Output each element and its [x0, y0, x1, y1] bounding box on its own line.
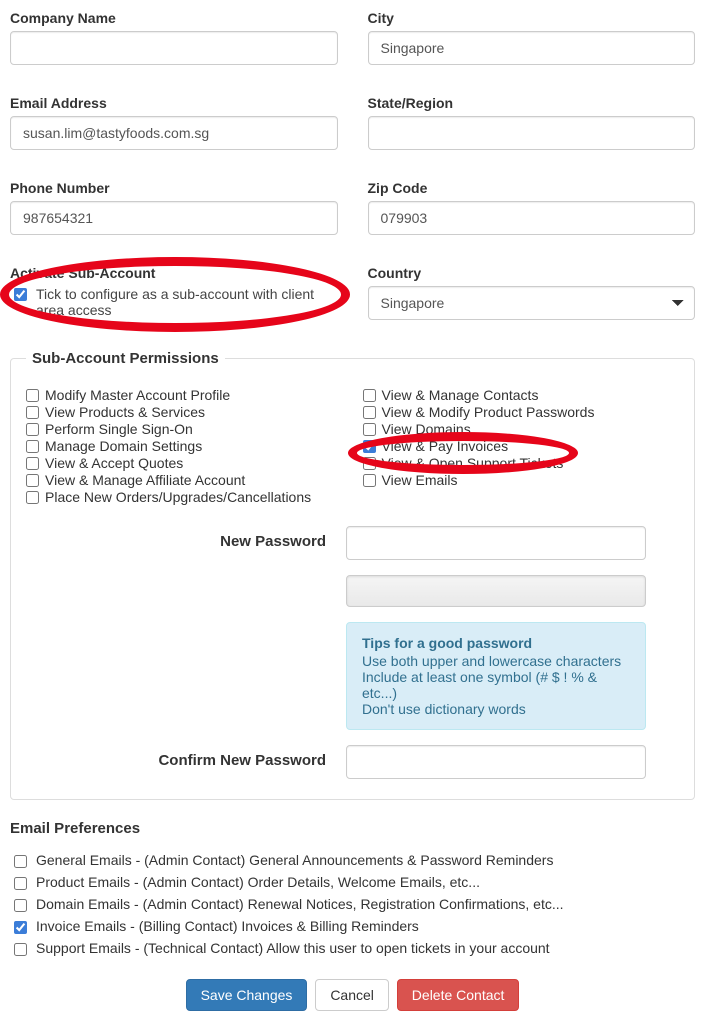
email-pref-label: General Emails - (Admin Contact) General… [36, 852, 553, 868]
permission-label: View & Manage Contacts [382, 387, 539, 403]
permission-item: Perform Single Sign-On [26, 421, 343, 437]
email-pref-item: Invoice Emails - (Billing Contact) Invoi… [10, 918, 695, 937]
permission-checkbox[interactable] [26, 474, 39, 487]
new-password-label: New Password [26, 526, 326, 550]
password-tips-line3: Don't use dictionary words [362, 701, 630, 717]
company-name-label: Company Name [10, 10, 338, 26]
permission-label: Manage Domain Settings [45, 438, 202, 454]
cancel-button[interactable]: Cancel [315, 979, 389, 1011]
permission-label: View & Accept Quotes [45, 455, 183, 471]
permission-label: Place New Orders/Upgrades/Cancellations [45, 489, 311, 505]
permission-item: View & Pay Invoices [363, 438, 680, 454]
email-pref-label: Support Emails - (Technical Contact) All… [36, 940, 550, 956]
confirm-password-label: Confirm New Password [26, 745, 326, 769]
phone-input[interactable] [10, 201, 338, 235]
permission-item: View & Manage Contacts [363, 387, 680, 403]
email-pref-item: General Emails - (Admin Contact) General… [10, 852, 695, 871]
email-label: Email Address [10, 95, 338, 111]
city-label: City [368, 10, 696, 26]
company-name-input[interactable] [10, 31, 338, 65]
permissions-fieldset: Sub-Account Permissions Modify Master Ac… [10, 350, 695, 800]
password-strength-meter [346, 575, 646, 607]
permission-checkbox[interactable] [26, 423, 39, 436]
zip-input[interactable] [368, 201, 696, 235]
email-pref-checkbox[interactable] [14, 855, 27, 868]
permission-checkbox[interactable] [26, 389, 39, 402]
permission-label: Modify Master Account Profile [45, 387, 230, 403]
permission-checkbox[interactable] [363, 457, 376, 470]
permission-checkbox[interactable] [363, 474, 376, 487]
permission-checkbox[interactable] [26, 406, 39, 419]
email-pref-checkbox[interactable] [14, 899, 27, 912]
email-input[interactable] [10, 116, 338, 150]
email-pref-checkbox[interactable] [14, 877, 27, 890]
permission-checkbox[interactable] [363, 389, 376, 402]
permission-label: View & Manage Affiliate Account [45, 472, 245, 488]
password-tips-line2: Include at least one symbol (# $ ! % & e… [362, 669, 630, 701]
permission-checkbox[interactable] [26, 457, 39, 470]
password-tips-line1: Use both upper and lowercase characters [362, 653, 630, 669]
state-input[interactable] [368, 116, 696, 150]
permission-item: View & Manage Affiliate Account [26, 472, 343, 488]
permission-checkbox[interactable] [26, 491, 39, 504]
permissions-title: Sub-Account Permissions [26, 350, 225, 367]
email-pref-checkbox[interactable] [14, 921, 27, 934]
permission-checkbox[interactable] [363, 406, 376, 419]
permission-label: View Products & Services [45, 404, 205, 420]
permission-label: View Domains [382, 421, 471, 437]
permission-label: View & Modify Product Passwords [382, 404, 595, 420]
email-pref-item: Domain Emails - (Admin Contact) Renewal … [10, 896, 695, 915]
permission-item: Manage Domain Settings [26, 438, 343, 454]
permission-checkbox[interactable] [26, 440, 39, 453]
delete-button[interactable]: Delete Contact [397, 979, 520, 1011]
permission-item: Place New Orders/Upgrades/Cancellations [26, 489, 343, 505]
permission-item: View Products & Services [26, 404, 343, 420]
permission-label: Perform Single Sign-On [45, 421, 193, 437]
new-password-input[interactable] [346, 526, 646, 560]
state-label: State/Region [368, 95, 696, 111]
save-button[interactable]: Save Changes [186, 979, 308, 1011]
permission-item: Modify Master Account Profile [26, 387, 343, 403]
permission-item: View Domains [363, 421, 680, 437]
email-preferences-title: Email Preferences [10, 820, 695, 837]
password-tips-box: Tips for a good password Use both upper … [346, 622, 646, 730]
permission-item: View & Modify Product Passwords [363, 404, 680, 420]
email-pref-checkbox[interactable] [14, 943, 27, 956]
confirm-password-input[interactable] [346, 745, 646, 779]
permission-label: View & Pay Invoices [382, 438, 509, 454]
permission-checkbox[interactable] [363, 440, 376, 453]
city-input[interactable] [368, 31, 696, 65]
country-label: Country [368, 265, 696, 281]
permission-item: View Emails [363, 472, 680, 488]
password-tips-title: Tips for a good password [362, 635, 630, 651]
permission-item: View & Accept Quotes [26, 455, 343, 471]
phone-label: Phone Number [10, 180, 338, 196]
activate-subaccount-row: Tick to configure as a sub-account with … [10, 286, 338, 318]
permission-checkbox[interactable] [363, 423, 376, 436]
country-select[interactable]: Singapore [368, 286, 696, 320]
email-pref-item: Support Emails - (Technical Contact) All… [10, 940, 695, 959]
zip-label: Zip Code [368, 180, 696, 196]
permission-label: View Emails [382, 472, 458, 488]
permission-item: View & Open Support Tickets [363, 455, 680, 471]
email-pref-item: Product Emails - (Admin Contact) Order D… [10, 874, 695, 893]
email-pref-label: Domain Emails - (Admin Contact) Renewal … [36, 896, 564, 912]
permission-label: View & Open Support Tickets [382, 455, 564, 471]
email-pref-label: Product Emails - (Admin Contact) Order D… [36, 874, 480, 890]
activate-subaccount-text: Tick to configure as a sub-account with … [36, 286, 338, 318]
activate-subaccount-label: Activate Sub-Account [10, 265, 338, 281]
email-pref-label: Invoice Emails - (Billing Contact) Invoi… [36, 918, 419, 934]
activate-subaccount-checkbox[interactable] [14, 288, 27, 301]
